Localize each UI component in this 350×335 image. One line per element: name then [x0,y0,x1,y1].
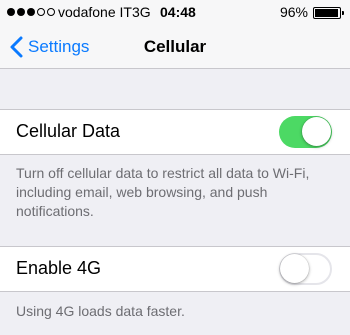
toggle-knob [280,254,309,283]
enable-4g-label: Enable 4G [16,258,102,278]
network-type: 3G [132,4,151,20]
battery-fill [315,9,339,17]
cellular-data-label: Cellular Data [16,121,121,141]
cellular-data-row: Cellular Data [0,109,350,155]
enable-4g-footer: Using 4G loads data faster. [16,303,185,319]
status-bar: vodafone IT 3G 04:48 96% [0,0,350,25]
enable-4g-row: Enable 4G [0,246,350,292]
status-time: 04:48 [160,4,196,20]
battery-icon [313,7,344,19]
cellular-data-footer: Turn off cellular data to restrict all d… [16,165,310,219]
carrier-name: vodafone IT [58,4,132,20]
signal-strength-icon [7,8,55,16]
page-title: Cellular [143,37,207,56]
cellular-data-toggle[interactable] [279,116,332,148]
navigation-bar: Settings Cellular [0,25,350,69]
toggle-knob [302,117,331,146]
enable-4g-toggle[interactable] [279,253,332,285]
battery-percent: 96% [279,4,308,20]
